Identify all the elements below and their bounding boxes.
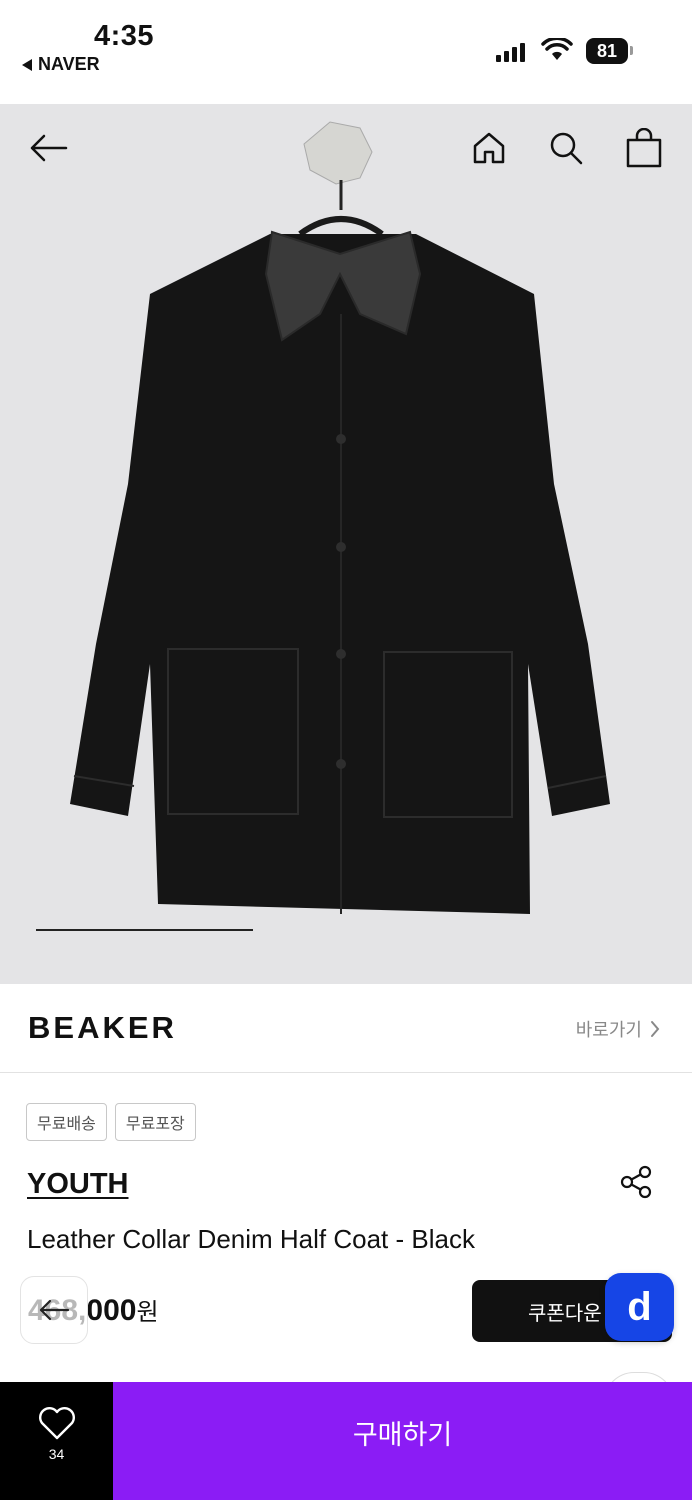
d-badge-icon[interactable]: d (605, 1273, 674, 1341)
wifi-icon (541, 38, 573, 60)
back-to-app-link[interactable]: NAVER (22, 54, 100, 75)
brand-logo: BEAKER (28, 1010, 177, 1045)
bottom-action-bar: 34 구매하기 (0, 1382, 692, 1500)
status-time: 4:35 (94, 20, 155, 52)
back-arrow-icon (39, 1299, 70, 1321)
cellular-signal-icon (496, 42, 525, 62)
product-brand-link[interactable]: YOUTH (27, 1168, 129, 1201)
buy-button[interactable]: 구매하기 (113, 1382, 692, 1500)
chevron-right-icon (651, 1021, 660, 1037)
product-image (70, 121, 610, 914)
status-bar: 4:35 NAVER 81 (0, 0, 692, 104)
image-progress-bar (36, 929, 656, 931)
back-triangle-icon (22, 58, 32, 71)
brand-shortcut-link[interactable]: 바로가기 (576, 1016, 660, 1042)
brand-shortcut-label: 바로가기 (575, 1020, 642, 1040)
product-name: Leather Collar Denim Half Coat - Black (27, 1224, 475, 1254)
battery-tip (630, 46, 633, 55)
battery-indicator: 81 (586, 38, 628, 64)
heart-icon (38, 1407, 75, 1440)
home-icon[interactable] (467, 126, 511, 170)
tag-free-shipping: 무료배송 (26, 1103, 107, 1141)
shopping-bag-icon[interactable] (622, 126, 666, 170)
like-count: 34 (48, 1446, 65, 1462)
search-icon[interactable] (544, 126, 588, 170)
tag-free-packaging: 무료포장 (114, 1103, 196, 1141)
like-button[interactable]: 34 (0, 1382, 113, 1500)
benefit-tags: 무료배송 무료포장 (26, 1103, 196, 1141)
price-currency: 원 (136, 1299, 159, 1326)
back-arrow-icon[interactable] (26, 126, 70, 170)
coupon-label: 쿠폰다운 (528, 1302, 602, 1325)
image-progress-fill (36, 929, 253, 931)
brand-bar: BEAKER 바로가기 (0, 984, 692, 1073)
floating-back-button[interactable] (20, 1276, 88, 1344)
share-icon[interactable] (618, 1164, 654, 1205)
back-app-label: NAVER (38, 54, 100, 74)
product-image-carousel[interactable] (0, 104, 692, 984)
